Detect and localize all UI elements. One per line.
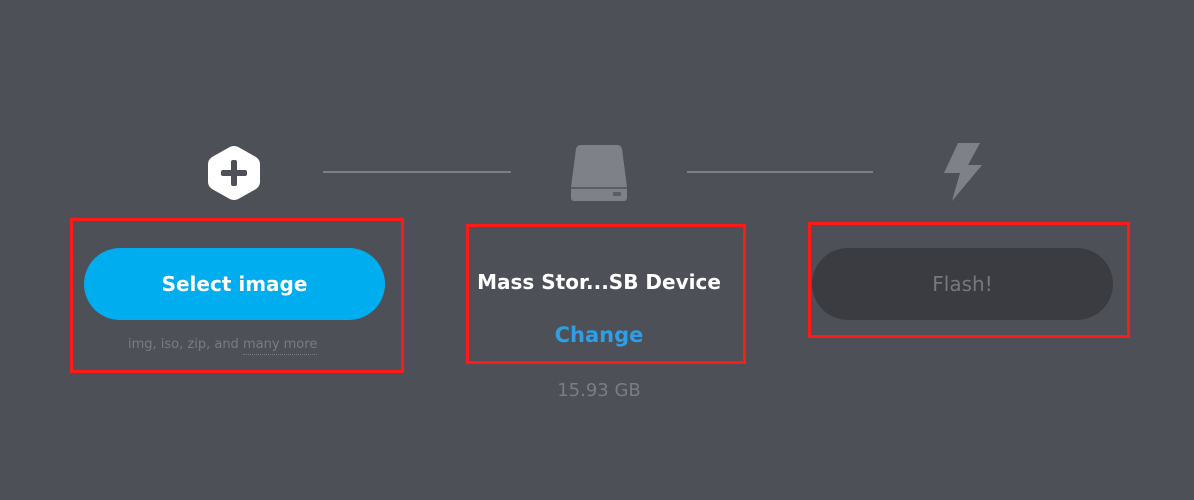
flash-button[interactable]: Flash! xyxy=(812,248,1113,320)
selected-drive-name: Mass Stor...SB Device xyxy=(477,270,721,294)
hard-drive-icon xyxy=(569,141,629,203)
connector-line-1 xyxy=(323,171,511,173)
plus-hexagon-icon xyxy=(206,144,262,202)
select-image-button[interactable]: Select image xyxy=(84,248,385,320)
flash-wizard: Select image img, iso, zip, and many mor… xyxy=(0,0,1194,500)
lightning-bolt-icon xyxy=(940,141,984,203)
drive-size: 15.93 GB xyxy=(557,380,641,401)
many-more-link[interactable]: many more xyxy=(242,337,318,355)
supported-formats-note: img, iso, zip, and many more xyxy=(128,337,318,355)
connector-line-2 xyxy=(687,171,873,173)
change-drive-link[interactable]: Change xyxy=(540,323,658,347)
supported-formats-text: img, iso, zip, and xyxy=(128,337,239,352)
